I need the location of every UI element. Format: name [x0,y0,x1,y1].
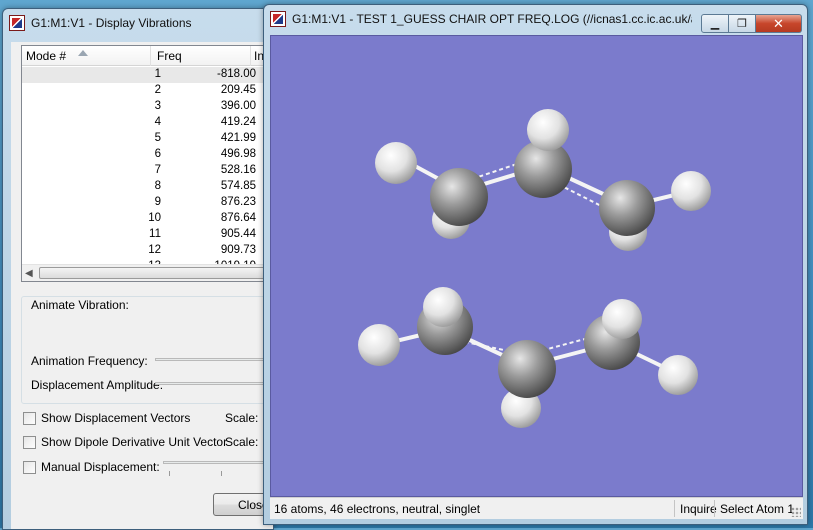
displacement-amplitude-slider[interactable] [155,382,273,385]
show-dipole-vector-checkbox[interactable] [23,436,36,449]
table-row[interactable]: 6 496.98 [22,147,272,163]
table-row[interactable]: 12 909.73 [22,243,272,259]
hydrogen-atom[interactable] [375,142,417,184]
table-row[interactable]: 7 528.16 [22,163,272,179]
animate-vibration-label: Animate Vibration: [29,298,131,312]
status-action: Select Atom 1 [720,502,795,516]
horizontal-scrollbar[interactable]: ◀ [22,264,272,281]
hydrogen-atom[interactable] [602,299,642,339]
animation-frequency-label: Animation Frequency: [31,354,148,368]
show-displacement-vectors-checkbox[interactable] [23,412,36,425]
table-row[interactable]: 5 421.99 [22,131,272,147]
vibrations-window-title: G1:M1:V1 - Display Vibrations [31,16,192,30]
table-row[interactable]: 11 905.44 [22,227,272,243]
column-header-freq[interactable]: Freq [157,49,182,63]
list-header: Mode # Freq In [22,46,272,66]
vibrations-titlebar[interactable]: G1:M1:V1 - Display Vibrations [3,9,273,37]
displacement-amplitude-label: Displacement Amplitude: [31,378,164,392]
carbon-atom[interactable] [599,180,655,236]
resize-grip-icon[interactable] [791,507,801,517]
viewer-status-bar: 16 atoms, 46 electrons, neutral, singlet… [270,497,803,519]
hydrogen-atom[interactable] [527,109,569,151]
scroll-left-icon[interactable]: ◀ [25,268,33,279]
mode-rows: 1 -818.00 2 209.45 3 396.00 4 419.24 5 421.99… [22,67,272,275]
table-row[interactable]: 9 876.23 [22,195,272,211]
sort-ascending-icon [78,50,88,56]
manual-displacement-label: Manual Displacement: [41,460,160,474]
molecule-viewport[interactable] [270,35,803,497]
scale-label-dipole: Scale: [225,435,259,449]
table-row[interactable]: 3 396.00 [22,99,272,115]
scale-label: Scale: [225,411,259,425]
hydrogen-atom[interactable] [423,287,463,327]
display-vibrations-window: G1:M1:V1 - Display Vibrations Mode # Fre… [2,8,274,530]
table-row[interactable]: 1 -818.00 [22,67,272,83]
maximize-icon[interactable]: ❐ [729,14,756,33]
table-row[interactable]: 4 419.24 [22,115,272,131]
gaussview-app-icon [9,15,25,31]
table-row[interactable]: 2 209.45 [22,83,272,99]
viewer-window-title: G1:M1:V1 - TEST 1_GUESS CHAIR OPT FREQ.L… [292,12,692,26]
table-row[interactable]: 8 574.85 [22,179,272,195]
animation-frequency-slider[interactable] [155,358,273,361]
hydrogen-atom[interactable] [671,171,711,211]
hydrogen-atom[interactable] [658,355,698,395]
minimize-icon[interactable]: ▁ [701,14,729,33]
column-header-mode[interactable]: Mode # [26,49,66,63]
show-displacement-vectors-label: Show Displacement Vectors [41,411,191,425]
manual-displacement-slider[interactable] [163,461,273,464]
status-mode: Inquire [680,502,717,516]
close-icon[interactable]: ✕ [756,14,802,33]
hydrogen-atom[interactable] [358,324,400,366]
viewer-titlebar[interactable]: G1:M1:V1 - TEST 1_GUESS CHAIR OPT FREQ.L… [264,5,807,33]
carbon-atom[interactable] [498,340,556,398]
molecule-render[interactable] [271,36,802,496]
vibrations-client-area: Mode # Freq In 1 -818.00 2 209.45 3 396.00 … [11,42,273,529]
vibration-mode-list[interactable]: Mode # Freq In 1 -818.00 2 209.45 3 396.00 … [21,45,273,282]
caption-buttons: ▁ ❐ ✕ [701,14,802,33]
scrollbar-thumb[interactable] [39,267,272,279]
molecule-viewer-window: G1:M1:V1 - TEST 1_GUESS CHAIR OPT FREQ.L… [263,4,808,525]
carbon-atom[interactable] [430,168,488,226]
gaussview-app-icon [270,11,286,27]
table-row[interactable]: 10 876.64 [22,211,272,227]
show-dipole-vector-label: Show Dipole Derivative Unit Vector [41,435,228,449]
molecule-info-text: 16 atoms, 46 electrons, neutral, singlet [274,502,481,516]
manual-displacement-checkbox[interactable] [23,461,36,474]
